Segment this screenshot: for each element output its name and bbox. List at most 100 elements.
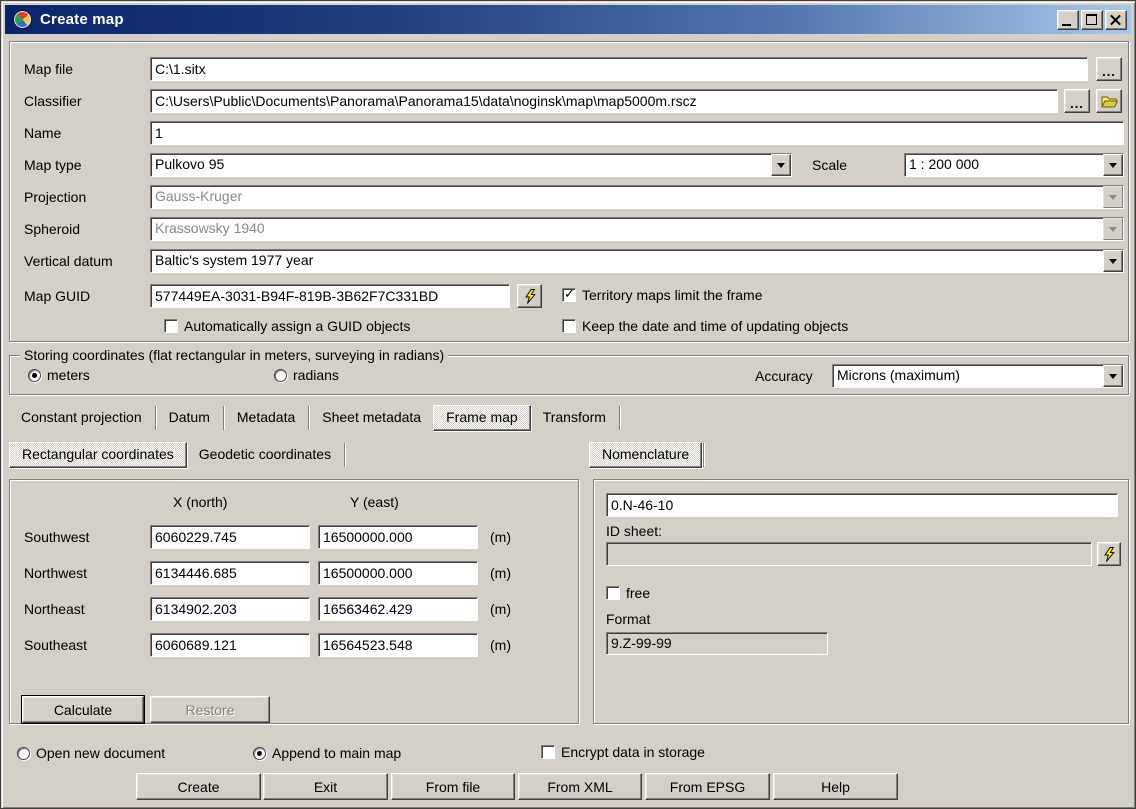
map-guid-input[interactable] (150, 284, 510, 308)
accuracy-label: Accuracy (755, 368, 813, 384)
territory-limit-checkbox[interactable]: Territory maps limit the frame (562, 287, 762, 303)
tab-frame-map[interactable]: Frame map (433, 405, 531, 431)
lightning-icon (524, 289, 536, 304)
corner-label-southwest: Southwest (24, 529, 89, 545)
radians-radio[interactable]: radians (274, 367, 339, 383)
rectangular-coordinates-panel: X (north) Y (east) Southwest (m) Northwe… (9, 479, 579, 724)
keep-date-label: Keep the date and time of updating objec… (582, 318, 848, 334)
map-type-select[interactable]: Pulkovo 95 (150, 153, 792, 177)
accuracy-select[interactable]: Microns (maximum) (832, 364, 1124, 388)
spheroid-value: Krassowsky 1940 (155, 220, 1099, 236)
calculate-button[interactable]: Calculate (22, 696, 144, 723)
projection-label: Projection (24, 189, 86, 205)
spheroid-label: Spheroid (24, 221, 80, 237)
chevron-down-icon (1103, 186, 1123, 208)
ellipsis-icon: ... (1102, 62, 1116, 76)
spheroid-select: Krassowsky 1940 (150, 217, 1124, 241)
corner-label-northwest: Northwest (24, 565, 87, 581)
nomenclature-input[interactable] (606, 493, 1118, 517)
chevron-down-icon[interactable] (1103, 250, 1123, 272)
checkbox-icon (562, 319, 576, 333)
name-input[interactable] (150, 121, 1124, 145)
minimize-icon (1062, 24, 1071, 26)
auto-guid-checkbox[interactable]: Automatically assign a GUID objects (164, 318, 410, 334)
nomenclature-panel: ID sheet: free Format 9.Z-99-99 (593, 479, 1129, 724)
vertical-datum-value: Baltic's system 1977 year (155, 252, 1099, 268)
open-new-document-radio[interactable]: Open new document (17, 745, 165, 761)
keep-date-checkbox[interactable]: Keep the date and time of updating objec… (562, 318, 848, 334)
chevron-down-icon[interactable] (1103, 154, 1123, 176)
radio-icon (274, 369, 287, 382)
from-xml-button[interactable]: From XML (518, 773, 642, 800)
generate-id-sheet-button[interactable] (1097, 542, 1121, 566)
titlebar[interactable]: Create map (5, 5, 1131, 34)
classifier-label: Classifier (24, 93, 82, 109)
corner-label-northeast: Northeast (24, 601, 85, 617)
unit-label: (m) (490, 601, 511, 617)
tab-transform[interactable]: Transform (531, 406, 618, 430)
southwest-y-input[interactable] (318, 525, 478, 549)
free-label: free (626, 585, 650, 601)
tab-geodetic-coordinates[interactable]: Geodetic coordinates (187, 443, 343, 467)
meters-radio[interactable]: meters (28, 367, 90, 383)
radio-icon (17, 747, 30, 760)
close-button[interactable] (1105, 10, 1127, 30)
browse-classifier-button[interactable]: ... (1064, 89, 1090, 113)
radians-label: radians (293, 367, 339, 383)
map-file-input[interactable] (150, 57, 1088, 81)
exit-button[interactable]: Exit (263, 773, 388, 800)
checkbox-icon (541, 745, 555, 759)
tab-datum[interactable]: Datum (157, 406, 222, 430)
northeast-x-input[interactable] (150, 597, 310, 621)
nomenclature-subtabs: Nomenclature (589, 441, 705, 469)
column-x-header: X (north) (173, 494, 227, 510)
northeast-y-input[interactable] (318, 597, 478, 621)
append-to-main-map-radio[interactable]: Append to main map (253, 745, 401, 761)
open-classifier-button[interactable] (1096, 89, 1122, 113)
tab-rectangular-coordinates[interactable]: Rectangular coordinates (9, 442, 187, 468)
coordinate-subtabs: Rectangular coordinates Geodetic coordin… (9, 441, 346, 469)
southeast-x-input[interactable] (150, 633, 310, 657)
from-epsg-button[interactable]: From EPSG (645, 773, 770, 800)
open-new-document-label: Open new document (36, 745, 165, 761)
maximize-button[interactable] (1081, 10, 1103, 30)
corner-label-southeast: Southeast (24, 637, 87, 653)
southeast-y-input[interactable] (318, 633, 478, 657)
format-value-field: 9.Z-99-99 (606, 632, 828, 655)
free-checkbox[interactable]: free (606, 585, 650, 601)
chevron-down-icon[interactable] (771, 154, 791, 176)
tab-constant-projection[interactable]: Constant projection (9, 406, 154, 430)
create-button[interactable]: Create (136, 773, 261, 800)
id-sheet-label: ID sheet: (606, 523, 662, 539)
meters-label: meters (47, 367, 90, 383)
browse-map-file-button[interactable]: ... (1096, 57, 1122, 81)
checkbox-icon (562, 288, 576, 302)
folder-open-icon (1101, 95, 1118, 108)
northwest-y-input[interactable] (318, 561, 478, 585)
vertical-datum-select[interactable]: Baltic's system 1977 year (150, 249, 1124, 273)
chevron-down-icon[interactable] (1103, 365, 1123, 387)
map-properties-panel: Map file ... Classifier ... Name Map typ… (9, 41, 1129, 342)
generate-guid-button[interactable] (517, 284, 542, 308)
lightning-icon (1103, 547, 1115, 562)
tab-metadata[interactable]: Metadata (225, 406, 307, 430)
help-button[interactable]: Help (773, 773, 898, 800)
scale-select[interactable]: 1 : 200 000 (904, 153, 1124, 177)
tab-nomenclature[interactable]: Nomenclature (589, 442, 702, 468)
from-file-button[interactable]: From file (391, 773, 515, 800)
encrypt-data-checkbox[interactable]: Encrypt data in storage (541, 744, 705, 760)
window-title: Create map (40, 11, 124, 28)
map-type-value: Pulkovo 95 (155, 156, 767, 172)
radio-icon (253, 747, 266, 760)
id-sheet-input (606, 542, 1092, 566)
minimize-button[interactable] (1057, 10, 1079, 30)
restore-button: Restore (150, 696, 270, 723)
unit-label: (m) (490, 565, 511, 581)
northwest-x-input[interactable] (150, 561, 310, 585)
southwest-x-input[interactable] (150, 525, 310, 549)
radio-icon (28, 369, 41, 382)
tab-sheet-metadata[interactable]: Sheet metadata (310, 406, 433, 430)
unit-label: (m) (490, 529, 511, 545)
ellipsis-icon: ... (1070, 94, 1084, 108)
classifier-input[interactable] (150, 89, 1058, 113)
